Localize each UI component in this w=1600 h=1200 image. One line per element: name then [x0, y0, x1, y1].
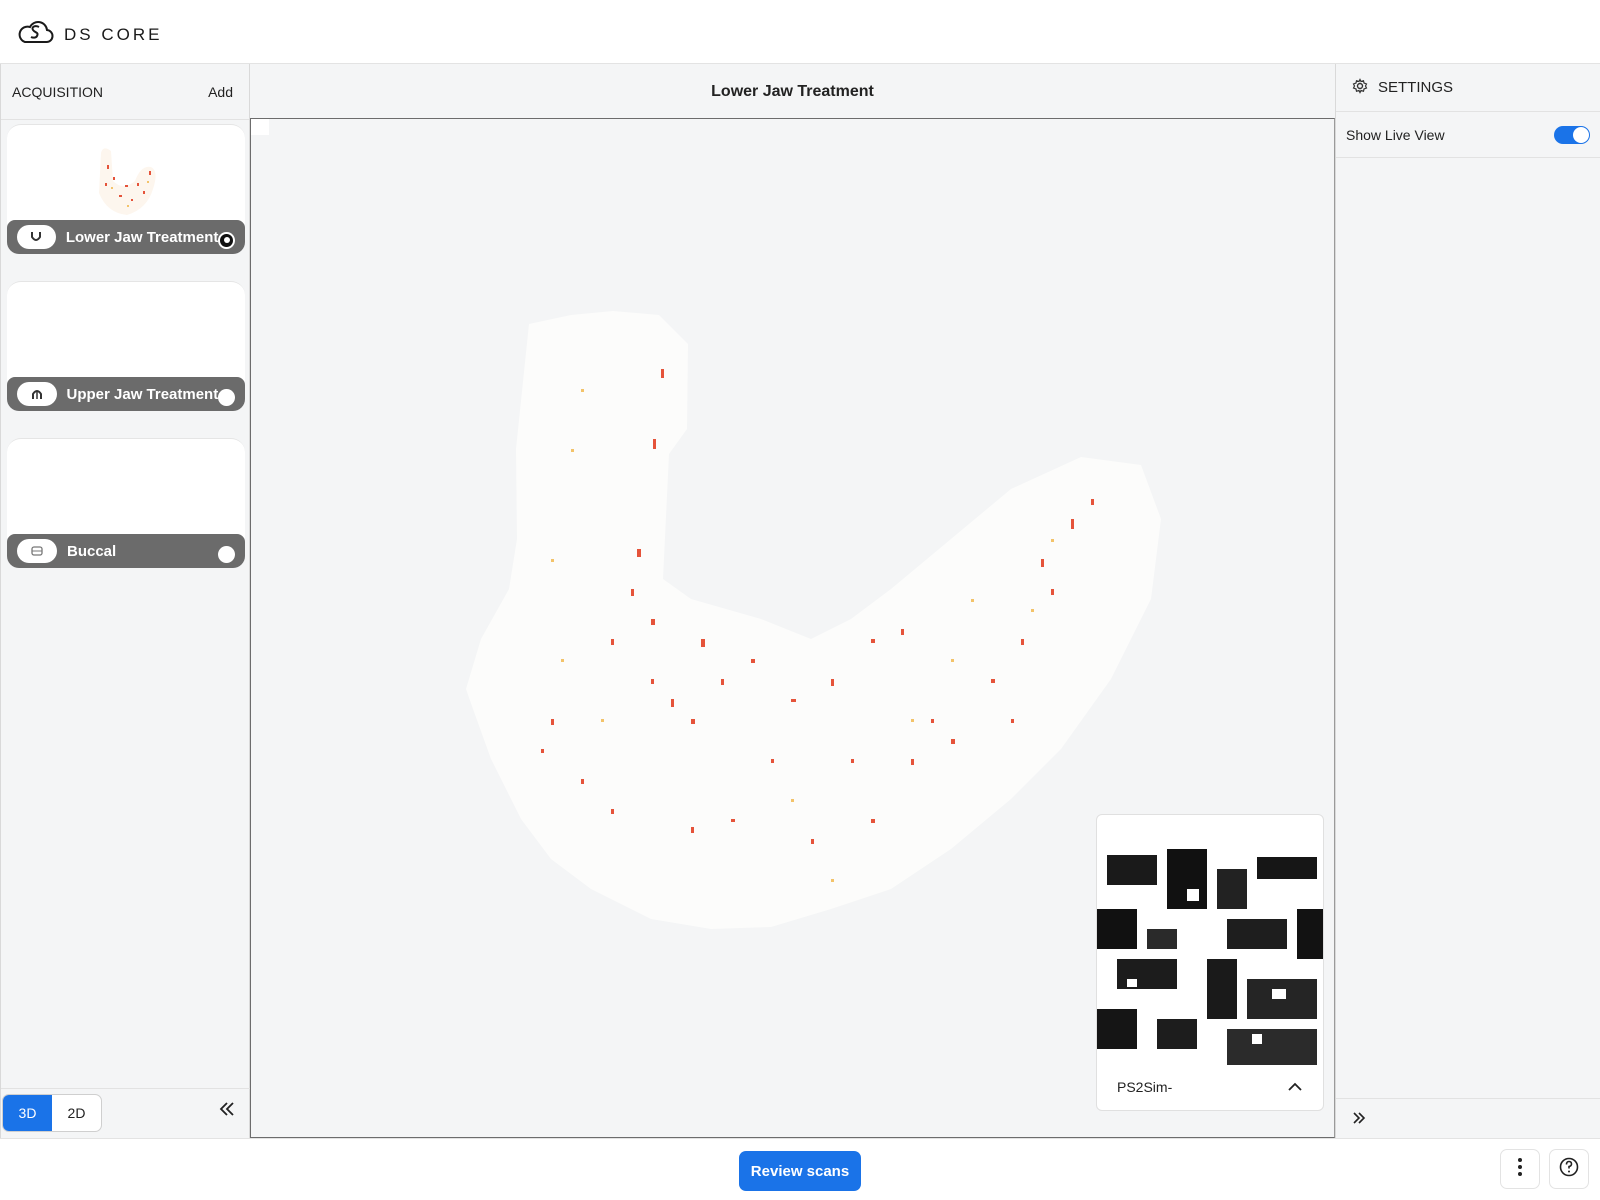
scan-label: Upper Jaw Treatment [66, 385, 219, 403]
show-live-view-row: Show Live View [1336, 112, 1600, 158]
buccal-icon [17, 539, 57, 563]
device-name: PS2Sim- [1117, 1079, 1173, 1095]
scan-thumbnail [7, 124, 245, 224]
view-mode-3d-button[interactable]: 3D [3, 1095, 52, 1131]
scan-card-buccal[interactable]: Buccal [7, 438, 245, 568]
collapse-left-panel-icon[interactable] [219, 1101, 235, 1122]
show-live-view-label: Show Live View [1346, 126, 1445, 143]
help-button[interactable] [1549, 1149, 1589, 1189]
acquisition-header: ACQUISITION Add [1, 64, 249, 120]
bottom-bar: Review scans [0, 1138, 1600, 1200]
acquisition-footer: 3D 2D [1, 1088, 250, 1138]
cloud-logo-icon [16, 18, 54, 51]
scan-select-radio[interactable] [218, 388, 235, 406]
live-view-panel: PS2Sim- [1096, 814, 1324, 1111]
acquisition-title: ACQUISITION [12, 83, 104, 100]
view-mode-toggle: 3D 2D [2, 1094, 102, 1132]
scan-select-radio[interactable] [218, 231, 235, 249]
show-live-view-toggle[interactable] [1554, 125, 1590, 144]
help-icon [1559, 1157, 1579, 1182]
scan-card-upper-jaw[interactable]: Upper Jaw Treatment [7, 281, 245, 411]
scan-label: Lower Jaw Treatment [65, 228, 219, 246]
scan-viewport: Lower Jaw Treatment PS2Sim- [250, 64, 1335, 1138]
acquisition-panel: ACQUISITION Add Lower Jaw Treatment Uppe… [0, 64, 250, 1138]
settings-header: SETTINGS [1336, 64, 1600, 112]
settings-panel: SETTINGS Show Live View [1335, 64, 1600, 1138]
live-camera-feed [1097, 849, 1323, 1065]
viewport-title: Lower Jaw Treatment [711, 82, 874, 100]
scan-select-radio[interactable] [218, 545, 235, 563]
brand: DS CORE [16, 18, 162, 51]
expand-right-panel-icon[interactable] [1352, 1111, 1366, 1130]
settings-footer [1336, 1098, 1600, 1138]
brand-name: DS CORE [64, 24, 163, 44]
live-view-footer: PS2Sim- [1097, 1064, 1323, 1110]
scan-thumbnail [7, 281, 245, 381]
scan-label: Buccal [67, 542, 117, 560]
scan-card-bar: Upper Jaw Treatment [7, 377, 245, 411]
view-mode-2d-button[interactable]: 2D [52, 1095, 101, 1131]
lower-jaw-thumbnail [99, 148, 156, 215]
more-options-button[interactable] [1500, 1149, 1540, 1189]
scan-thumbnail [7, 438, 245, 538]
lower-jaw-icon [17, 225, 56, 249]
top-bar: DS CORE [0, 0, 1600, 64]
scan-card-bar: Buccal [7, 534, 245, 568]
upper-jaw-icon [17, 382, 57, 406]
settings-title: SETTINGS [1378, 79, 1454, 96]
add-button[interactable]: Add [208, 84, 233, 100]
chevron-up-icon[interactable] [1287, 1079, 1303, 1095]
review-scans-button[interactable]: Review scans [739, 1151, 861, 1191]
scan-card-bar: Lower Jaw Treatment [7, 220, 245, 254]
scan-card-lower-jaw[interactable]: Lower Jaw Treatment [7, 124, 245, 254]
gear-icon [1352, 77, 1368, 98]
more-vertical-icon [1517, 1157, 1523, 1182]
